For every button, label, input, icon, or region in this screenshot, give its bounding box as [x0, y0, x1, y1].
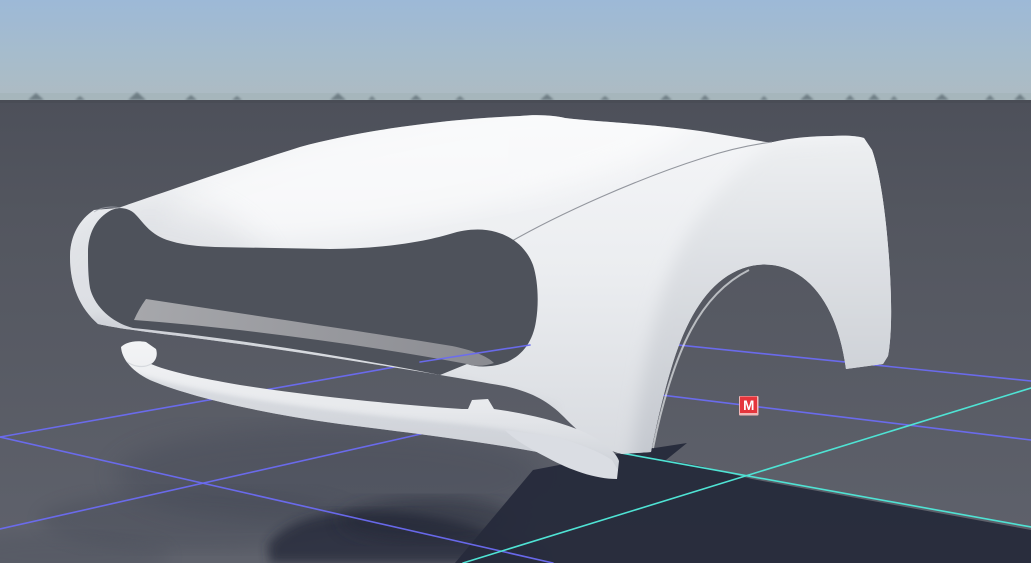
3d-viewport[interactable]: M	[0, 0, 1031, 563]
sky	[0, 0, 1031, 101]
sky-gradient	[0, 0, 1031, 101]
marker-m-badge[interactable]: M	[739, 396, 759, 416]
marker-badge-label: M	[743, 398, 754, 413]
horizon-line	[0, 100, 1031, 103]
